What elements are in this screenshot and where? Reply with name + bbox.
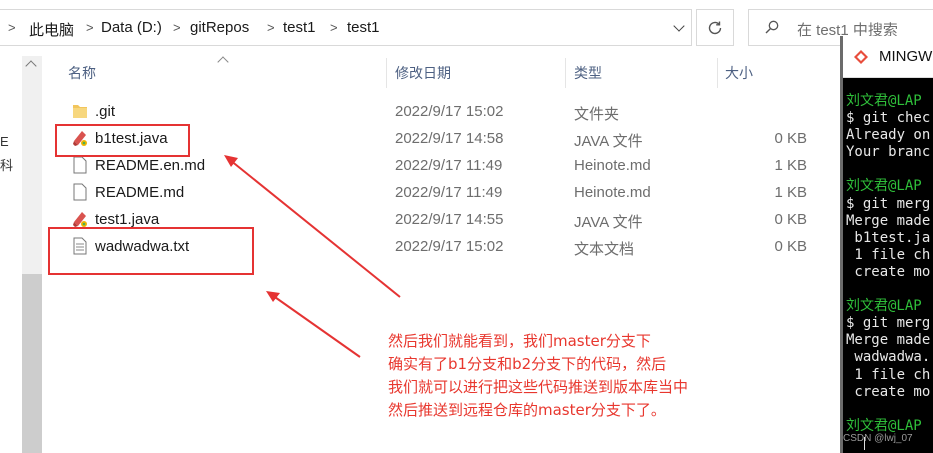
nav-pane-text: E xyxy=(0,134,9,149)
chevron-right-icon: > xyxy=(330,20,338,35)
file-size: 1 KB xyxy=(774,184,807,201)
column-header-date[interactable]: 修改日期 xyxy=(395,58,451,88)
chevron-down-icon[interactable] xyxy=(673,20,685,32)
terminal-line: wadwadwa. xyxy=(846,349,931,366)
terminal-titlebar[interactable]: MINGW xyxy=(843,36,933,78)
document-icon xyxy=(73,183,87,201)
chevron-right-icon: > xyxy=(173,20,181,35)
java-file-icon xyxy=(73,212,87,227)
file-row[interactable]: README.md 2022/9/17 11:49 Heinote.md 1 K… xyxy=(60,179,840,206)
terminal-line: $ git chec xyxy=(846,110,931,127)
chevron-right-icon: > xyxy=(267,20,275,35)
folder-icon xyxy=(73,105,87,118)
watermark-text: CSDN @lwj_07 xyxy=(843,433,913,444)
column-divider[interactable] xyxy=(717,58,718,88)
file-name: README.en.md xyxy=(95,157,206,174)
scrollbar-thumb[interactable] xyxy=(22,274,42,453)
terminal-line: 1 file ch xyxy=(846,246,931,263)
file-size: 1 KB xyxy=(774,157,807,174)
file-date: 2022/9/17 15:02 xyxy=(395,103,504,120)
annotation-line: 然后推送到远程仓库的master分支下了。 xyxy=(388,401,666,419)
breadcrumb-data-drive[interactable]: Data (D:) xyxy=(101,19,162,36)
mingw-icon xyxy=(854,50,868,64)
file-size: 0 KB xyxy=(774,238,807,255)
annotation-line: 我们就可以进行把这些代码推送到版本库当中 xyxy=(388,378,689,396)
file-date: 2022/9/17 14:55 xyxy=(395,211,504,228)
highlight-box-wadwadwa xyxy=(48,227,254,275)
document-icon xyxy=(73,156,87,174)
nav-pane-text: 科 xyxy=(0,158,14,173)
file-name: test1.java xyxy=(95,211,160,228)
terminal-line: $ git merg xyxy=(846,315,931,332)
file-type: JAVA 文件 xyxy=(574,214,643,231)
search-icon xyxy=(765,20,779,34)
column-header-type[interactable]: 类型 xyxy=(574,58,602,88)
terminal-line: create mo xyxy=(846,263,931,280)
terminal-line: Already on xyxy=(846,127,931,144)
file-size: 0 KB xyxy=(774,211,807,228)
column-divider[interactable] xyxy=(565,58,566,88)
column-header-size[interactable]: 大小 xyxy=(725,58,753,88)
file-date: 2022/9/17 15:02 xyxy=(395,238,504,255)
arrow-head-icon xyxy=(266,291,280,302)
terminal-line: Your branc xyxy=(846,144,931,161)
breadcrumb-this-pc[interactable]: 此电脑 xyxy=(29,19,74,40)
terminal-line: 刘文君@LAP xyxy=(846,93,922,109)
arrow-to-wadwadwa xyxy=(271,294,361,358)
chevron-right-icon: > xyxy=(86,20,94,35)
refresh-icon xyxy=(708,21,722,34)
sort-ascending-icon xyxy=(217,56,229,68)
file-date: 2022/9/17 14:58 xyxy=(395,130,504,147)
annotation-line: 然后我们就能看到，我们master分支下 xyxy=(388,332,651,350)
highlight-box-b1test xyxy=(55,124,190,157)
navigation-pane: E 科 xyxy=(0,56,42,453)
file-type: 文本文档 xyxy=(574,241,635,258)
terminal-cursor xyxy=(864,437,865,450)
terminal-line: 刘文君@LAP xyxy=(846,178,922,195)
address-bar-area: > 此电脑 > Data (D:) > gitRepos > test1 > t… xyxy=(0,0,933,56)
column-divider[interactable] xyxy=(386,58,387,88)
annotation-text: 然后我们就能看到，我们master分支下 确实有了b1分支和b2分支下的代码，然… xyxy=(388,330,768,422)
chevron-right-icon: > xyxy=(8,20,16,35)
terminal-line: create mo xyxy=(846,383,931,400)
file-date: 2022/9/17 11:49 xyxy=(395,184,503,201)
terminal-line: $ git merg xyxy=(846,195,931,212)
terminal-line: Merge made xyxy=(846,212,931,229)
breadcrumb-test1-parent[interactable]: test1 xyxy=(283,19,316,36)
file-name: .git xyxy=(95,103,116,120)
file-date: 2022/9/17 11:49 xyxy=(395,157,503,174)
annotation-line: 确实有了b1分支和b2分支下的代码，然后 xyxy=(388,355,667,373)
file-row[interactable]: .git 2022/9/17 15:02 文件夹 xyxy=(60,98,840,125)
breadcrumb-test1-current[interactable]: test1 xyxy=(347,19,380,36)
terminal-line: b1test.ja xyxy=(846,229,931,246)
file-type: Heinote.md xyxy=(574,184,651,201)
address-bar[interactable]: > 此电脑 > Data (D:) > gitRepos > test1 > t… xyxy=(0,9,692,46)
file-type: Heinote.md xyxy=(574,157,651,174)
terminal-line: Merge made xyxy=(846,332,931,349)
terminal-title: MINGW xyxy=(879,48,933,65)
terminal-window[interactable]: MINGW 刘文君@LAP $ git chec Already on Your br… xyxy=(840,36,933,453)
file-type: JAVA 文件 xyxy=(574,133,643,150)
breadcrumb-gitrepos[interactable]: gitRepos xyxy=(190,19,249,36)
refresh-button[interactable] xyxy=(696,9,734,46)
column-header-name[interactable]: 名称 xyxy=(68,58,96,88)
terminal-line: 刘文君@LAP xyxy=(846,298,922,315)
terminal-line: 1 file ch xyxy=(846,366,931,383)
file-size: 0 KB xyxy=(774,130,807,147)
terminal-output[interactable]: 刘文君@LAP $ git chec Already on Your branc 刘文… xyxy=(846,93,930,435)
file-type: 文件夹 xyxy=(574,106,620,123)
file-name: README.md xyxy=(95,184,185,201)
